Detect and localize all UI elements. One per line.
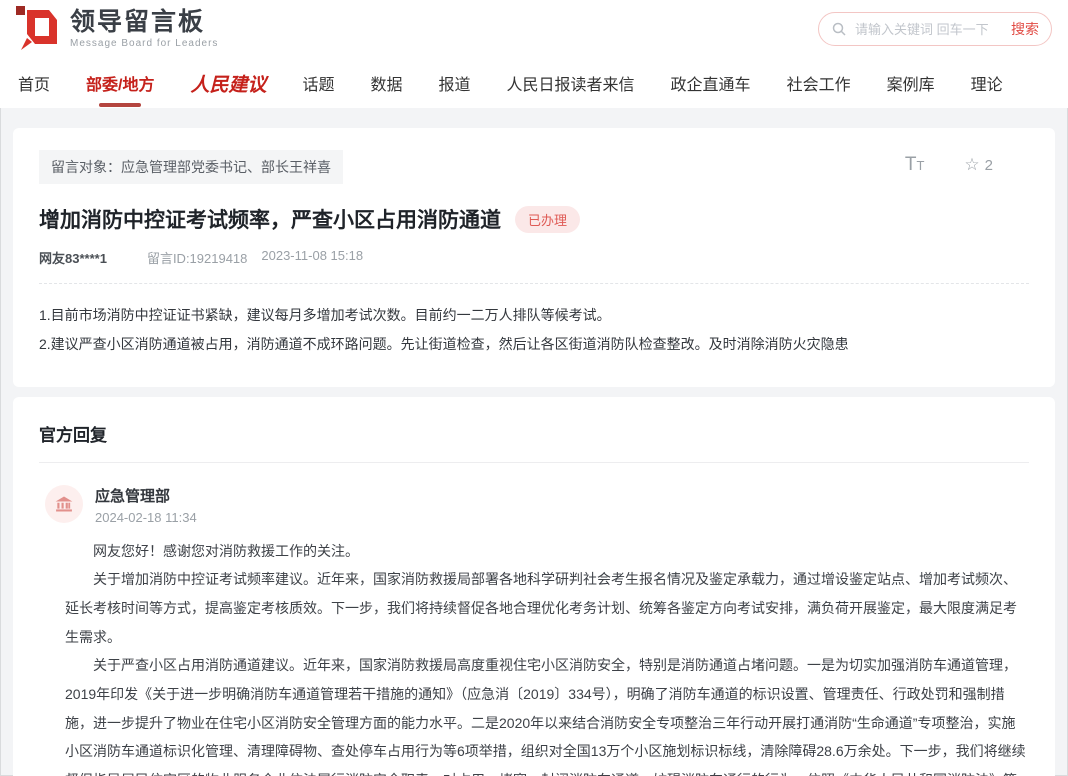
star-button[interactable]: ☆ 2	[964, 155, 993, 175]
status-badge: 已办理	[515, 206, 580, 233]
message-content-line: 2.建议严查小区消防通道被占用，消防通道不成环路问题。先让街道检查，然后让各区街…	[39, 331, 1029, 358]
message-content-line: 1.目前市场消防中控证证书紧缺，建议每月多增加考试次数。目前约一二万人排队等候考…	[39, 302, 1029, 329]
nav-item-reports[interactable]: 报道	[439, 71, 471, 95]
nav-item-theory[interactable]: 理论	[971, 71, 1003, 95]
logo-subtitle: Message Board for Leaders	[70, 38, 218, 49]
nav-item-people-suggestions[interactable]: 人民建议	[190, 70, 266, 97]
message-title: 增加消防中控证考试频率，严查小区占用消防通道	[39, 204, 501, 234]
search-input[interactable]	[855, 22, 1011, 37]
message-target-label: 留言对象：应急管理部党委书记、部长王祥喜	[39, 150, 343, 184]
nav-item-topics[interactable]: 话题	[302, 71, 334, 95]
agency-avatar	[45, 485, 83, 523]
message-card: 留言对象：应急管理部党委书记、部长王祥喜 T T ☆ 2 增加消防中控证考试频率…	[13, 128, 1055, 387]
message-author: 网友83****1	[39, 248, 107, 267]
font-size-icon[interactable]: T T	[905, 154, 925, 176]
main-nav: 首页 部委/地方 人民建议 话题 数据 报道 人民日报读者来信 政企直通车 社会…	[0, 58, 1068, 108]
font-size-small-glyph: T	[916, 158, 924, 173]
reply-section-title: 官方回复	[39, 421, 1029, 446]
reply-paragraph: 关于增加消防中控证考试频率建议。近年来，国家消防救援局部署各地科学研判社会考生报…	[65, 565, 1029, 651]
nav-item-ministries-local[interactable]: 部委/地方	[86, 71, 154, 95]
search-icon	[831, 21, 847, 37]
message-id: 留言ID:19219418	[147, 248, 247, 267]
nav-item-home[interactable]: 首页	[18, 71, 50, 95]
official-reply-card: 官方回复 应急管理部 2024-02-18 11:34 网友您好！感谢您对消防救…	[13, 397, 1055, 776]
reply-paragraph: 关于严查小区占用消防通道建议。近年来，国家消防救援局高度重视住宅小区消防安全，特…	[65, 651, 1029, 776]
nav-item-reader-letters[interactable]: 人民日报读者来信	[507, 71, 635, 95]
nav-item-case-library[interactable]: 案例库	[887, 71, 935, 95]
logo-icon	[16, 6, 60, 52]
reply-paragraph: 网友您好！感谢您对消防救援工作的关注。	[65, 537, 1029, 566]
nav-item-data[interactable]: 数据	[371, 71, 403, 95]
font-size-large-glyph: T	[905, 154, 917, 176]
nav-item-social-work[interactable]: 社会工作	[787, 71, 851, 95]
government-building-icon	[54, 494, 74, 514]
reply-date: 2024-02-18 11:34	[95, 510, 197, 525]
nav-item-gov-biz-express[interactable]: 政企直通车	[671, 71, 751, 95]
message-content: 1.目前市场消防中控证证书紧缺，建议每月多增加考试次数。目前约一二万人排队等候考…	[39, 302, 1029, 359]
site-logo[interactable]: 领导留言板 Message Board for Leaders	[16, 6, 218, 52]
star-count: 2	[985, 157, 993, 174]
reply-divider	[39, 462, 1029, 463]
message-date: 2023-11-08 15:18	[261, 248, 363, 267]
search-button[interactable]: 搜索	[1011, 19, 1039, 39]
search-box: 搜索	[818, 12, 1052, 46]
star-icon: ☆	[964, 155, 979, 175]
reply-body: 网友您好！感谢您对消防救援工作的关注。 关于增加消防中控证考试频率建议。近年来，…	[65, 537, 1029, 776]
reply-agency-name: 应急管理部	[95, 485, 197, 506]
header: 领导留言板 Message Board for Leaders 搜索	[0, 0, 1068, 58]
logo-title: 领导留言板	[70, 9, 218, 35]
